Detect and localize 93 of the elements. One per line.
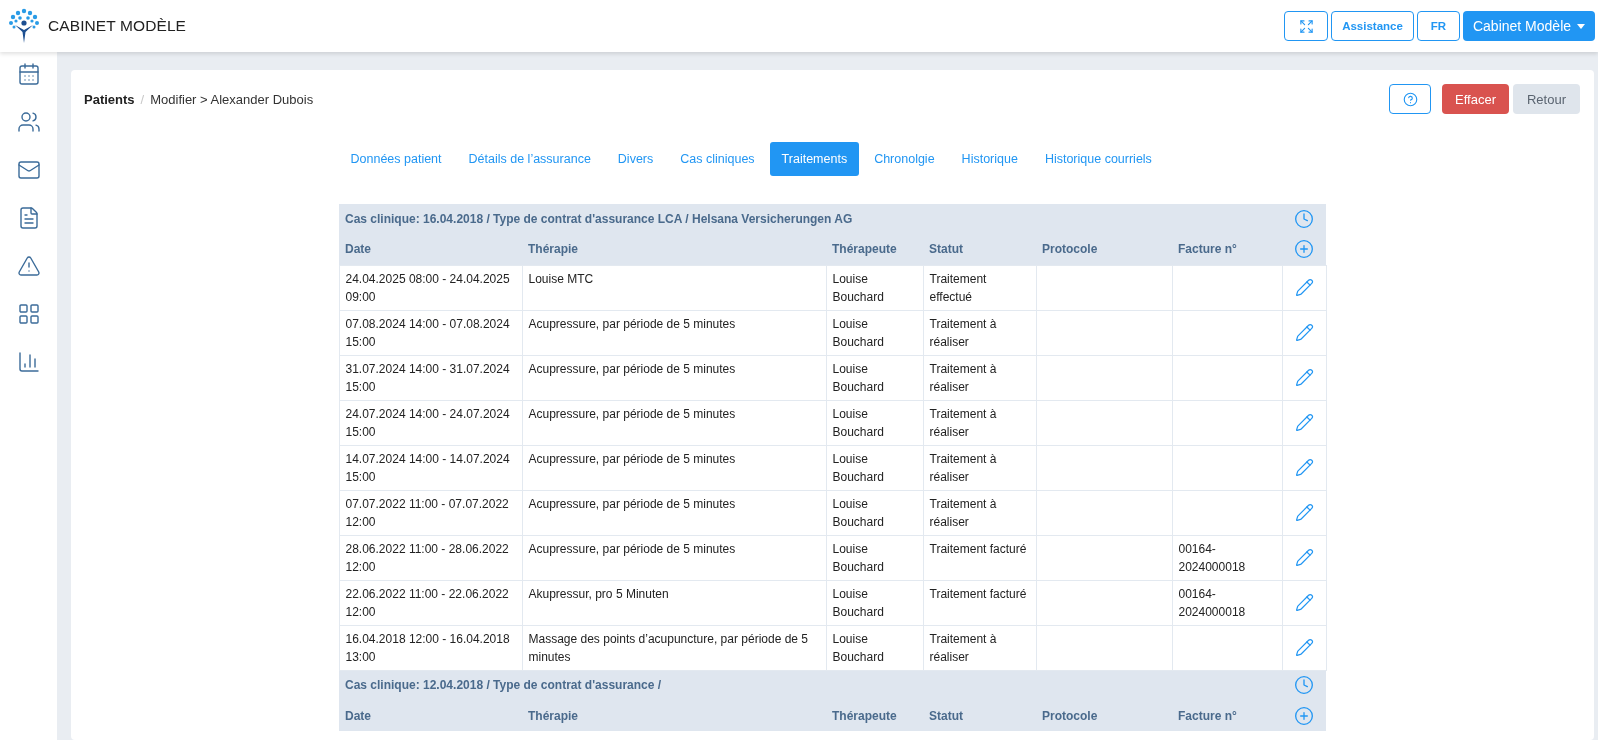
table-cell: 07.08.2024 14:00 - 07.08.2024 15:00 [339,310,522,355]
table-cell: Louise Bouchard [826,580,923,625]
tab[interactable]: Données patient [338,142,454,176]
tab[interactable]: Chronolgie [862,142,947,176]
column-header: Thérapeute [826,700,923,731]
table-cell: 22.06.2022 11:00 - 22.06.2022 12:00 [339,580,522,625]
caret-icon [1577,23,1586,29]
column-header: Statut [923,234,1036,265]
column-header: Protocole [1036,700,1172,731]
help-button[interactable] [1389,84,1431,114]
table-cell: 00164-2024000018 [1172,580,1283,625]
header-button[interactable]: Assistance [1331,11,1414,41]
table-cell: Traitement facturé [923,535,1036,580]
edit-icon[interactable] [1294,278,1314,297]
edit-icon[interactable] [1294,413,1314,432]
account-menu-button[interactable]: Cabinet Modèle [1463,11,1595,41]
edit-icon[interactable] [1294,458,1314,477]
edit-icon[interactable] [1294,323,1314,342]
table-cell: Acupressure, par période de 5 minutes [522,490,826,535]
warning-icon[interactable] [16,254,41,278]
table-cell: Louise Bouchard [826,625,923,670]
help-icon [1402,91,1418,107]
table-cell: Louise Bouchard [826,490,923,535]
column-header: Facture n° [1172,700,1283,731]
table-cell: 24.04.2025 08:00 - 24.04.2025 09:00 [339,265,522,310]
table-cell: Louise Bouchard [826,445,923,490]
grid-icon[interactable] [16,302,41,326]
bar-chart-icon[interactable] [16,350,41,374]
mail-icon[interactable] [16,158,41,182]
column-header: Thérapie [522,234,826,265]
fullscreen-button[interactable] [1284,11,1328,41]
tab[interactable]: Historique [949,142,1030,176]
table-cell: 16.04.2018 12:00 - 16.04.2018 13:00 [339,625,522,670]
table-cell: Acupressure, par période de 5 minutes [522,400,826,445]
table-cell: Louise Bouchard [826,265,923,310]
table-cell: 07.07.2022 11:00 - 07.07.2022 12:00 [339,490,522,535]
header-button[interactable]: FR [1417,11,1460,41]
table-cell: Louise MTC [522,265,826,310]
column-header: Date [339,700,522,731]
table-cell: Traitement à réaliser [923,355,1036,400]
table-cell: Acupressure, par période de 5 minutes [522,310,826,355]
table-cell: 14.07.2024 14:00 - 14.07.2024 15:00 [339,445,522,490]
edit-icon[interactable] [1294,548,1314,567]
add-icon[interactable] [1294,239,1315,260]
table-cell: Traitement à réaliser [923,310,1036,355]
table-cell: Traitement à réaliser [923,445,1036,490]
table-cell: Acupressure, par période de 5 minutes [522,445,826,490]
app-title: CABINET MODÈLE [48,17,187,35]
edit-icon[interactable] [1294,593,1314,612]
table-cell: Massage des points d’acupuncture, par période de 5 minutes [522,625,826,670]
edit-icon[interactable] [1294,503,1314,522]
breadcrumb-current: Modifier > Alexander Dubois [150,91,314,107]
table-cell: 00164-2024000018 [1172,535,1283,580]
table-cell: Traitement effectué [923,265,1036,310]
table-cell: Traitement à réaliser [923,490,1036,535]
case-title: Cas clinique: 12.04.2018 / Type de contrat d'assurance / [339,670,1283,700]
column-header: Protocole [1036,234,1172,265]
column-header: Statut [923,700,1036,731]
calendar-icon[interactable] [16,62,41,86]
column-header: Date [339,234,522,265]
table-cell: Louise Bouchard [826,400,923,445]
column-header: Thérapeute [826,234,923,265]
tab[interactable]: Historique courriels [1032,142,1164,176]
tab[interactable]: Divers [605,142,666,176]
tab[interactable]: Détails de l’assurance [456,142,603,176]
table-cell: Traitement facturé [923,580,1036,625]
clock-icon[interactable] [1294,209,1315,229]
edit-icon[interactable] [1294,368,1314,387]
edit-icon[interactable] [1294,638,1314,657]
table-cell: 24.07.2024 14:00 - 24.07.2024 15:00 [339,400,522,445]
delete-button[interactable]: Effacer [1442,84,1509,114]
table-cell: Akupressur, pro 5 Minuten [522,580,826,625]
table-cell: Louise Bouchard [826,535,923,580]
back-button[interactable]: Retour [1513,84,1580,114]
tab[interactable]: Cas cliniques [668,142,767,176]
table-cell: 28.06.2022 11:00 - 28.06.2022 12:00 [339,535,522,580]
clock-icon[interactable] [1294,675,1315,696]
table-cell: Louise Bouchard [826,310,923,355]
tab[interactable]: Traitements [769,142,860,176]
add-icon[interactable] [1294,705,1315,726]
table-cell: Traitement à réaliser [923,400,1036,445]
table-cell: Traitement à réaliser [923,625,1036,670]
table-cell: Acupressure, par période de 5 minutes [522,535,826,580]
column-header: Facture n° [1172,234,1283,265]
breadcrumb-link[interactable]: Patients [84,91,135,107]
table-cell: Acupressure, par période de 5 minutes [522,355,826,400]
case-title: Cas clinique: 16.04.2018 / Type de contrat d'assurance LCA / Helsana Versicherungen AG [339,204,1283,234]
table-cell: 31.07.2024 14:00 - 31.07.2024 15:00 [339,355,522,400]
expand-icon [1298,18,1314,34]
users-icon[interactable] [16,110,41,134]
table-cell: Louise Bouchard [826,355,923,400]
column-header: Thérapie [522,700,826,731]
breadcrumb-separator: / [140,91,145,107]
